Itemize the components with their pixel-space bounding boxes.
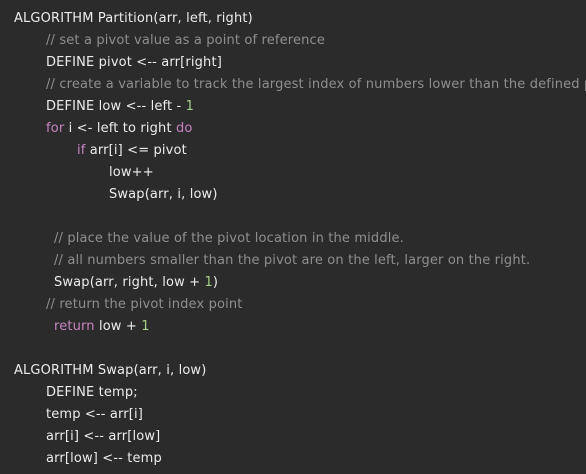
code-token-comment: // return the pivot index point	[46, 297, 243, 312]
code-line: for i <- left to right do	[14, 118, 586, 140]
code-token-text: low +	[94, 319, 142, 334]
code-token-text: DEFINE pivot <-- arr[right]	[46, 55, 222, 70]
code-block: ALGORITHM Partition(arr, left, right) // …	[0, 0, 586, 474]
code-line: arr[i] <-- arr[low]	[14, 426, 586, 448]
code-token-text: arr[i] <= pivot	[85, 143, 187, 158]
code-token-keyword: for	[46, 121, 65, 136]
code-token-text: ALGORITHM Partition(arr, left, right)	[14, 11, 253, 26]
code-line: // all numbers smaller than the pivot ar…	[14, 250, 586, 272]
code-token-text: DEFINE temp;	[46, 385, 138, 400]
code-line: return low + 1	[14, 316, 586, 338]
code-token-comment: // place the value of the pivot location…	[54, 231, 404, 246]
code-line: arr[low] <-- temp	[14, 448, 586, 470]
code-token-text: )	[212, 275, 219, 290]
code-line: low++	[14, 162, 586, 184]
code-token-comment: // all numbers smaller than the pivot ar…	[54, 253, 531, 268]
code-token-comment: // set a pivot value as a point of refer…	[46, 33, 325, 48]
code-line: // return the pivot index point	[14, 294, 586, 316]
code-token-keyword: do	[175, 121, 193, 136]
code-line: // set a pivot value as a point of refer…	[14, 30, 586, 52]
code-token-number: 1	[185, 99, 195, 114]
code-line: Swap(arr, right, low + 1)	[14, 272, 586, 294]
code-line: DEFINE low <-- left - 1	[14, 96, 586, 118]
code-token-text: DEFINE low <-- left -	[46, 99, 186, 114]
code-line: Swap(arr, i, low)	[14, 184, 586, 206]
code-token-text: i <- left to right	[64, 121, 176, 136]
code-token-keyword: return	[54, 319, 95, 334]
code-token-comment: // create a variable to track the larges…	[46, 77, 586, 92]
code-token-text: ALGORITHM Swap(arr, i, low)	[14, 363, 207, 378]
code-token-text: temp <-- arr[i]	[46, 407, 143, 422]
code-line: // place the value of the pivot location…	[14, 228, 586, 250]
code-line: temp <-- arr[i]	[14, 404, 586, 426]
code-line: ALGORITHM Swap(arr, i, low)	[14, 360, 586, 382]
code-line: // create a variable to track the larges…	[14, 74, 586, 96]
code-token-keyword: if	[77, 143, 86, 158]
code-line: if arr[i] <= pivot	[14, 140, 586, 162]
code-token-text: arr[i] <-- arr[low]	[46, 429, 161, 444]
code-token-text: Swap(arr, right, low +	[54, 275, 205, 290]
code-token-number: 1	[141, 319, 150, 334]
code-token-text: Swap(arr, i, low)	[109, 187, 218, 202]
code-line: ALGORITHM Partition(arr, left, right)	[14, 8, 586, 30]
code-token-text: low++	[109, 165, 154, 180]
code-line: DEFINE temp;	[14, 382, 586, 404]
code-token-text: arr[low] <-- temp	[46, 451, 162, 466]
code-token-number: 1	[204, 275, 213, 290]
code-line: DEFINE pivot <-- arr[right]	[14, 52, 586, 74]
